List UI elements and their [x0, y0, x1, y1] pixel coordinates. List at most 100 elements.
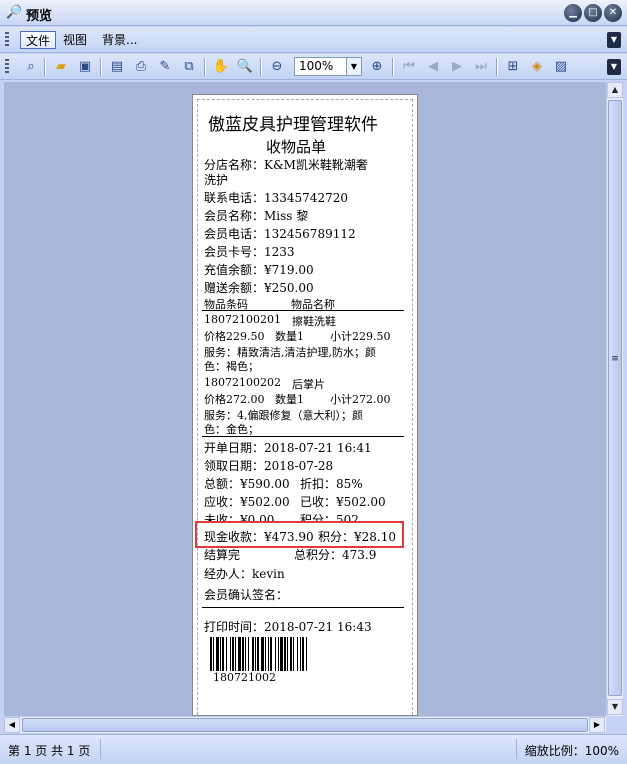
barcode-bar [280, 637, 283, 671]
barcode-bar [210, 637, 212, 671]
toolbar-separator [204, 58, 206, 76]
scroll-up-icon[interactable]: ▲ [607, 82, 623, 98]
divider [202, 310, 404, 311]
barcode-bar [230, 637, 231, 671]
title-bar: 🔎 预览 ▁ □ ✕ [0, 0, 627, 26]
save-icon[interactable]: ▣ [76, 58, 94, 76]
color-icon[interactable]: ◈ [528, 58, 546, 76]
next-page-icon[interactable]: ▶ [448, 58, 466, 76]
member-phone: 会员电话：132456789112 [204, 227, 356, 241]
page-setup-icon[interactable]: ▤ [108, 58, 126, 76]
vertical-scrollbar[interactable]: ▲ ≡ ▼ [606, 82, 623, 716]
barcode-bar [213, 637, 214, 671]
item-qty: 数量1 [275, 330, 304, 343]
page-count: 第 1 页 共 1 页 [8, 744, 91, 758]
member-name: 会员名称：Miss 黎 [204, 209, 309, 223]
barcode-bar [238, 637, 241, 671]
store-name-line1: 分店名称：K&M凯米鞋靴潮奢 [204, 158, 368, 172]
menubar-overflow-icon[interactable]: ▼ [607, 32, 621, 48]
zoom-value: 100% [299, 59, 334, 73]
total-amount: 总额：¥590.00 [204, 477, 290, 491]
operator: 经办人：kevin [204, 567, 285, 581]
barcode-bar [242, 637, 244, 671]
barcode-bar [284, 637, 286, 671]
toolbar-grip[interactable] [5, 59, 9, 75]
gift-balance: 赠送余额：¥250.00 [204, 281, 314, 295]
export-icon[interactable]: ⧉ [180, 58, 198, 76]
zoom-ratio: 缩放比例：100% [524, 744, 619, 758]
store-name-line2: 洗护 [204, 173, 229, 187]
item-price: 价格229.50 [204, 330, 265, 343]
item-name: 擦鞋洗鞋 [292, 315, 336, 328]
receivable: 应收：¥502.00 [204, 495, 290, 509]
barcode-bar [270, 637, 272, 671]
zoom-out-icon[interactable]: ⊖ [268, 58, 286, 76]
settlement-status: 结算完 [204, 548, 241, 561]
barcode-bar [287, 637, 288, 671]
barcode-bar [293, 637, 294, 671]
barcode-bar [232, 637, 234, 671]
barcode-image [210, 637, 307, 671]
toolbar-separator [100, 58, 102, 76]
scroll-down-icon[interactable]: ▼ [607, 699, 623, 715]
horizontal-scrollbar[interactable]: ◀ ▶ [4, 716, 606, 733]
menubar-grip[interactable] [5, 32, 9, 48]
zoom-select[interactable]: 100% ▼ [294, 57, 362, 76]
member-signature: 会员确认签名： [204, 588, 289, 602]
menu-view[interactable]: 视图 [58, 31, 92, 49]
barcode-bar [245, 637, 246, 671]
open-folder-icon[interactable]: ▰ [52, 58, 70, 76]
print-time: 打印时间：2018-07-21 16:43 [204, 620, 372, 634]
document-title: 收物品单 [266, 138, 327, 156]
barcode-bar [268, 637, 269, 671]
barcode-bar [255, 637, 256, 671]
print-direct-icon[interactable]: ✎ [156, 58, 174, 76]
menu-file[interactable]: 文件 [20, 31, 57, 49]
item-name: 后掌片 [292, 378, 325, 391]
recharge-balance: 充值余额：¥719.00 [204, 263, 314, 277]
barcode-bar [297, 637, 298, 671]
minimize-icon[interactable]: ▁ [564, 4, 582, 22]
status-divider [100, 739, 101, 759]
hand-icon[interactable]: ✋ [212, 58, 230, 76]
barcode-bar [257, 637, 259, 671]
item-code: 18072100201 [204, 313, 281, 326]
print-icon[interactable]: ⎙ [132, 58, 150, 76]
preview-app-icon: 🔎 [6, 5, 23, 20]
watermark-icon[interactable]: ▨ [552, 58, 570, 76]
horizontal-scroll-thumb[interactable] [22, 718, 588, 732]
status-bar: 第 1 页 共 1 页 缩放比例：100% [0, 734, 627, 764]
toolbar-separator [260, 58, 262, 76]
barcode-bar [226, 637, 227, 671]
divider [202, 436, 404, 437]
scroll-right-icon[interactable]: ▶ [589, 717, 605, 733]
barcode-bar [306, 637, 307, 671]
magnifier-icon[interactable]: 🔍 [236, 58, 254, 76]
total-points: 总积分：473.9 [294, 548, 377, 562]
card-number: 会员卡号：1233 [204, 245, 295, 259]
toolbar-separator [44, 58, 46, 76]
item-code: 18072100202 [204, 376, 281, 389]
scroll-left-icon[interactable]: ◀ [4, 717, 20, 733]
maximize-icon[interactable]: □ [584, 4, 602, 22]
first-page-icon[interactable]: ⏮ [400, 58, 418, 76]
zoom-in-icon[interactable]: ⊕ [368, 58, 386, 76]
vertical-scroll-thumb[interactable]: ≡ [608, 100, 622, 696]
close-icon[interactable]: ✕ [604, 4, 622, 22]
menu-background[interactable]: 背景... [97, 31, 142, 49]
chevron-down-icon[interactable]: ▼ [346, 58, 361, 75]
barcode-bar [302, 637, 304, 671]
last-page-icon[interactable]: ⏭ [472, 58, 490, 76]
discount: 折扣：85% [300, 477, 363, 491]
toolbar-overflow-icon[interactable]: ▼ [607, 59, 621, 75]
barcode-bar [222, 637, 224, 671]
barcode-bar [265, 637, 266, 671]
received: 已收：¥502.00 [300, 495, 386, 509]
find-icon[interactable]: ⌕ [22, 58, 40, 76]
toolbar: ⌕ ▰ ▣ ▤ ⎙ ✎ ⧉ ✋ 🔍 ⊖ 100% ▼ ⊕ ⏮ ◀ ▶ ⏭ ⊞ ◈… [0, 54, 627, 80]
open-date: 开单日期：2018-07-21 16:41 [204, 441, 372, 455]
toolbar-separator [496, 58, 498, 76]
multi-page-icon[interactable]: ⊞ [504, 58, 522, 76]
prev-page-icon[interactable]: ◀ [424, 58, 442, 76]
toolbar-separator [392, 58, 394, 76]
